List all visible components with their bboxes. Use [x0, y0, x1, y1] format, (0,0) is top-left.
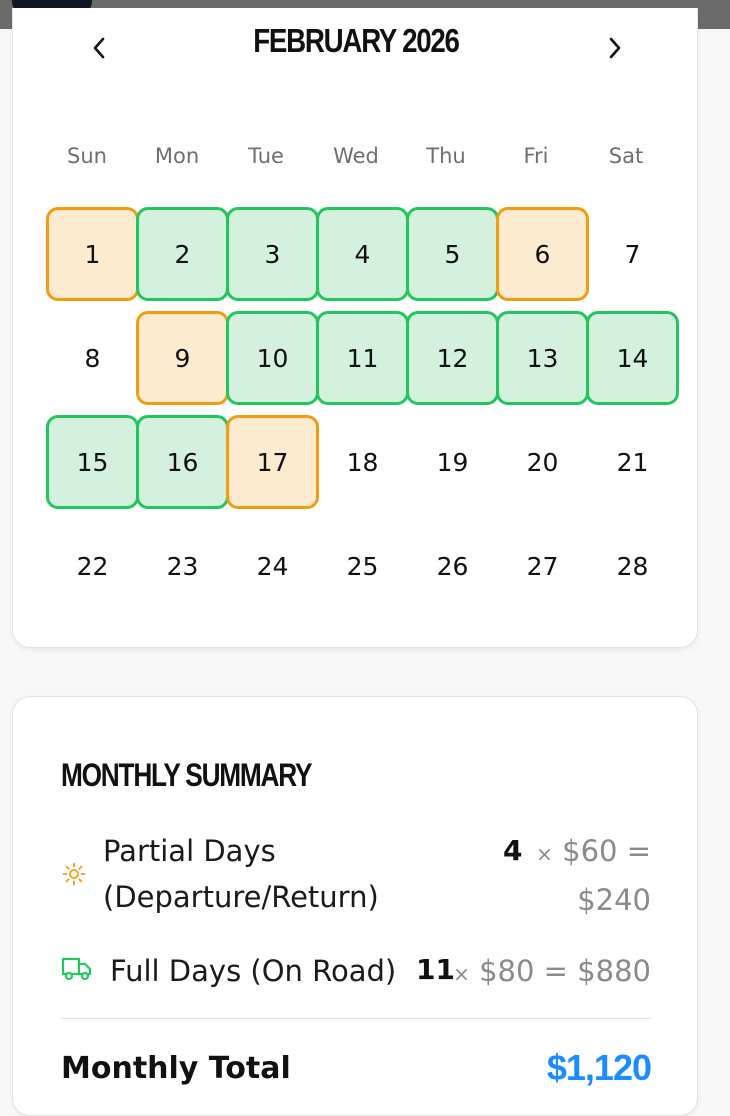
day-cell-20[interactable]: 20 [496, 415, 589, 509]
times-sign: × [536, 842, 553, 866]
day-cell-19[interactable]: 19 [406, 415, 499, 509]
day-cell-13[interactable]: 13 [496, 311, 589, 405]
day-cell-6[interactable]: 6 [496, 207, 589, 301]
sun-icon [62, 862, 86, 886]
summary-title: MONTHLY SUMMARY [61, 757, 313, 793]
weekday-header: Thu [426, 144, 466, 168]
weekday-header: Sat [608, 144, 644, 168]
partial-days-amount: $240 [577, 883, 651, 917]
weekday-header: Tue [248, 144, 284, 168]
day-cell-21[interactable]: 21 [586, 415, 679, 509]
calendar-card: FEBRUARY 2026 Sun Mon Tue Wed Thu Fri Sa… [12, 8, 698, 648]
monthly-total-value: $1,120 [546, 1047, 652, 1088]
full-days-calc-value: $80 = $880 [479, 954, 651, 988]
day-cell-2[interactable]: 2 [136, 207, 229, 301]
day-cell-23[interactable]: 23 [136, 519, 229, 613]
weekday-header: Wed [333, 144, 379, 168]
day-cell-18[interactable]: 18 [316, 415, 409, 509]
day-cell-7[interactable]: 7 [586, 207, 679, 301]
day-cell-3[interactable]: 3 [226, 207, 319, 301]
day-cell-16[interactable]: 16 [136, 415, 229, 509]
weekday-header: Mon [154, 144, 200, 168]
partial-days-label-line1: Partial Days [103, 834, 276, 868]
day-cell-10[interactable]: 10 [226, 311, 319, 405]
day-cell-25[interactable]: 25 [316, 519, 409, 613]
summary-divider [61, 1018, 651, 1019]
day-cell-26[interactable]: 26 [406, 519, 499, 613]
partial-days-calculation: × $60 = $240 [393, 828, 651, 923]
day-cell-8[interactable]: 8 [46, 311, 139, 405]
day-cell-28[interactable]: 28 [586, 519, 679, 613]
day-cell-12[interactable]: 12 [406, 311, 499, 405]
day-cell-17[interactable]: 17 [226, 415, 319, 509]
day-cell-15[interactable]: 15 [46, 415, 139, 509]
day-cell-4[interactable]: 4 [316, 207, 409, 301]
weekday-header: Sun [67, 144, 107, 168]
day-cell-11[interactable]: 11 [316, 311, 409, 405]
day-cell-5[interactable]: 5 [406, 207, 499, 301]
partial-days-label-line2: (Departure/Return) [103, 880, 379, 914]
next-month-button[interactable] [595, 28, 635, 68]
monthly-summary-card: MONTHLY SUMMARY Partial Days (Departure/… [12, 696, 698, 1116]
day-cell-1[interactable]: 1 [46, 207, 139, 301]
chevron-right-icon [609, 37, 621, 59]
full-days-calculation: × $80 = $880 [443, 948, 651, 997]
truck-icon [61, 957, 92, 981]
day-cell-27[interactable]: 27 [496, 519, 589, 613]
partial-days-rate: $60 = [562, 834, 651, 868]
day-cell-22[interactable]: 22 [46, 519, 139, 613]
partial-days-label: Partial Days (Departure/Return) [103, 828, 379, 920]
times-sign: × [453, 962, 470, 986]
day-cell-9[interactable]: 9 [136, 311, 229, 405]
weekday-header: Fri [523, 144, 549, 168]
day-cell-24[interactable]: 24 [226, 519, 319, 613]
day-cell-14[interactable]: 14 [586, 311, 679, 405]
month-title: FEBRUARY 2026 [253, 22, 460, 59]
full-days-label: Full Days (On Road) [110, 954, 397, 988]
monthly-total-label: Monthly Total [61, 1051, 291, 1086]
